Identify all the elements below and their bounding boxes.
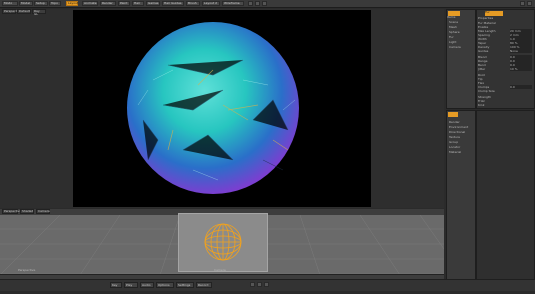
item-row-4[interactable]: Light xyxy=(449,40,475,44)
toolbar-item-layout[interactable]: Layout xyxy=(66,1,78,6)
audio-button[interactable]: Audio xyxy=(140,282,154,288)
toolbar-item-3[interactable]: Topo xyxy=(49,1,61,6)
key-button[interactable]: Key xyxy=(110,282,122,288)
play-button[interactable]: Play xyxy=(124,282,138,288)
record-button[interactable]: Record xyxy=(196,282,212,288)
item-row-0[interactable]: Scene xyxy=(449,20,475,24)
rotate-icon[interactable] xyxy=(255,1,260,6)
prop-value-15[interactable]: 0.0 xyxy=(510,85,532,89)
shader-row-8[interactable]: Directional xyxy=(449,130,475,134)
layer-panel xyxy=(476,110,535,288)
render-preview[interactable] xyxy=(73,10,371,207)
prop-value-7[interactable]: None xyxy=(510,49,532,53)
tab-perspective[interactable]: Perspective xyxy=(2,9,21,14)
bottom-info: Perspective xyxy=(18,268,36,272)
toolbar-item-12[interactable]: Layout 2 xyxy=(202,1,220,6)
toolbar-item-5[interactable]: Animate xyxy=(82,1,98,6)
bottom-tab-camera[interactable]: Camera xyxy=(36,209,50,214)
wire-sphere xyxy=(204,223,242,261)
options-button[interactable]: Options xyxy=(156,282,174,288)
item-row-1[interactable]: Mesh xyxy=(449,25,475,29)
prop-label-11: Jitter xyxy=(478,67,486,71)
prop-label-7: Guides xyxy=(478,49,489,53)
prop-label-16: Clump Size xyxy=(478,89,495,93)
toolbar-item-13[interactable]: Wireframe xyxy=(222,1,244,6)
toolbar-item-7[interactable]: Paint xyxy=(118,1,130,6)
shader-row-6[interactable]: Render xyxy=(449,120,475,124)
toolbar-item-6[interactable]: Render xyxy=(100,1,116,6)
shader-row-10[interactable]: Group xyxy=(449,140,475,144)
shader-row-7[interactable]: Environment xyxy=(449,125,475,129)
settings-icon[interactable] xyxy=(520,1,525,6)
items-panel xyxy=(446,9,476,109)
forward-icon[interactable] xyxy=(264,282,269,287)
shader-row-12[interactable]: Material xyxy=(449,150,475,154)
prop-label-19: Kink xyxy=(478,103,485,107)
bottom-tab-perspective[interactable]: Perspective xyxy=(2,209,21,214)
close-icon[interactable] xyxy=(527,1,532,6)
scale-icon[interactable] xyxy=(262,1,267,6)
camera-label: Camera xyxy=(214,268,226,272)
item-row-3[interactable]: Fur xyxy=(449,35,475,39)
camera-frame xyxy=(178,213,268,272)
items-panel-title: Items xyxy=(447,15,456,19)
shader-row-9[interactable]: Texture xyxy=(449,135,475,139)
prop-value-11[interactable]: 10 % xyxy=(510,67,532,71)
rewind-icon[interactable] xyxy=(250,282,255,287)
properties-title: Properties xyxy=(478,16,494,20)
toolbar-item-10[interactable]: Hair Guides xyxy=(162,1,184,6)
shader-row-11[interactable]: Locator xyxy=(449,145,475,149)
item-row-2[interactable]: Sphere xyxy=(449,30,475,34)
tab-default[interactable]: Default xyxy=(17,9,31,14)
toolbar-item-0[interactable]: Modo xyxy=(2,1,18,6)
shader-tab[interactable] xyxy=(448,112,458,117)
toolbar-item-9[interactable]: Games xyxy=(146,1,160,6)
move-icon[interactable] xyxy=(248,1,253,6)
toolbar-item-8[interactable]: Hair xyxy=(132,1,144,6)
item-row-5[interactable]: Camera xyxy=(449,45,475,49)
play-icon[interactable] xyxy=(257,282,262,287)
toolbar-item-1[interactable]: Model xyxy=(19,1,33,6)
bottom-tab-shaded[interactable]: Shaded xyxy=(20,209,34,214)
properties-tab-label: Fur xyxy=(485,10,490,14)
tab-raygl[interactable]: Ray GL xyxy=(32,9,46,16)
toolbar-item-2[interactable]: Setup xyxy=(34,1,48,6)
settings-button[interactable]: Settings xyxy=(176,282,194,288)
fur-sphere-render xyxy=(127,22,299,194)
toolbar-item-11[interactable]: Brush xyxy=(186,1,200,6)
top-toolbar xyxy=(0,0,535,8)
